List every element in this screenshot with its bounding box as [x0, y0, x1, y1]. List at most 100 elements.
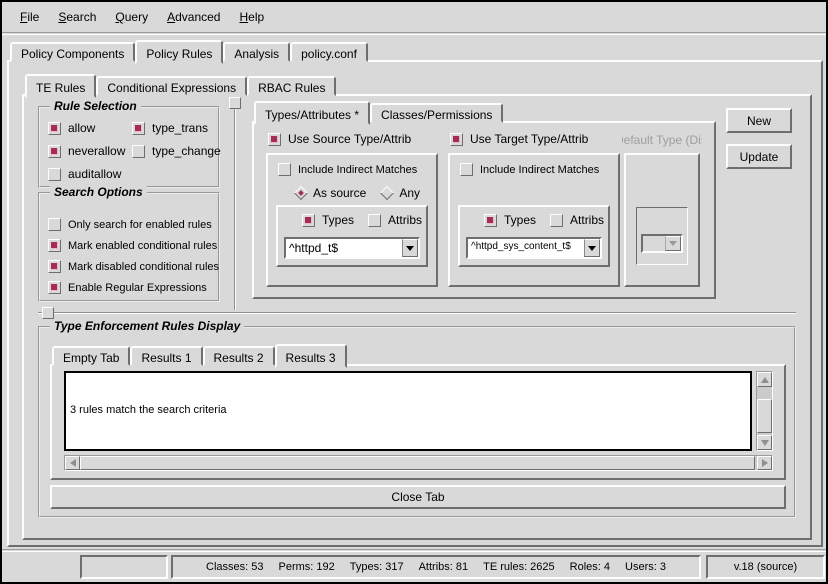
- menu-search[interactable]: Search: [52, 7, 102, 27]
- enabled-rules-checkbox[interactable]: [48, 218, 61, 231]
- results-tabrow: Empty Tab Results 1 Results 2 Results 3: [52, 342, 347, 366]
- target-indirect-checkbox[interactable]: [460, 163, 473, 176]
- type-trans-checkbox[interactable]: [132, 122, 145, 135]
- target-attribs-checkbox[interactable]: [550, 214, 563, 227]
- scroll-down-button[interactable]: [757, 435, 772, 450]
- regex-checkbox-row[interactable]: Enable Regular Expressions: [48, 281, 219, 294]
- vertical-sash[interactable]: [234, 102, 236, 310]
- mark-enabled-checkbox[interactable]: [48, 239, 61, 252]
- horizontal-scroll-thumb[interactable]: [80, 456, 755, 470]
- as-source-label: As source: [313, 186, 366, 200]
- target-attribs-row[interactable]: Attribs: [550, 213, 604, 227]
- allow-checkbox[interactable]: [48, 122, 61, 135]
- mark-disabled-label: Mark disabled conditional rules: [68, 261, 219, 273]
- horizontal-sash[interactable]: [38, 312, 796, 314]
- menu-file[interactable]: File: [14, 7, 45, 27]
- vertical-scroll-trough[interactable]: [757, 387, 772, 435]
- type-trans-checkbox-row[interactable]: type_trans: [132, 121, 221, 135]
- vertical-scroll-thumb[interactable]: [757, 399, 772, 433]
- source-type-value[interactable]: ^httpd_t$: [286, 239, 402, 257]
- default-type-label: Default Type (Disabled): [622, 133, 702, 147]
- menu-query[interactable]: Query: [109, 7, 154, 27]
- any-radio-row[interactable]: Any: [382, 186, 420, 200]
- main-tabrow: Policy Components Policy Rules Analysis …: [10, 38, 368, 62]
- mark-enabled-checkbox-row[interactable]: Mark enabled conditional rules: [48, 239, 219, 252]
- update-button[interactable]: Update: [726, 144, 792, 169]
- results-summary: 3 rules match the search criteria: [70, 403, 746, 417]
- use-target-checkbox[interactable]: [450, 133, 463, 146]
- neverallow-checkbox[interactable]: [48, 145, 61, 158]
- stat-users: Users: 3: [625, 561, 666, 573]
- as-source-radio[interactable]: [294, 186, 308, 200]
- new-button[interactable]: New: [726, 108, 792, 133]
- scroll-right-button[interactable]: [757, 456, 772, 470]
- tab-analysis[interactable]: Analysis: [223, 42, 290, 62]
- horizontal-sash-handle[interactable]: [42, 307, 54, 319]
- tab-rbac-rules[interactable]: RBAC Rules: [247, 76, 336, 96]
- scroll-up-button[interactable]: [757, 372, 772, 387]
- source-indirect-checkbox[interactable]: [278, 163, 291, 176]
- source-type-dropdown-button[interactable]: [402, 239, 418, 257]
- any-radio[interactable]: [380, 186, 394, 200]
- source-types-row[interactable]: Types: [302, 213, 354, 227]
- horizontal-scroll-trough[interactable]: [80, 456, 757, 470]
- source-type-combobox[interactable]: ^httpd_t$: [284, 237, 420, 259]
- target-types-checkbox[interactable]: [484, 214, 497, 227]
- source-attribs-row[interactable]: Attribs: [368, 213, 422, 227]
- target-types-row[interactable]: Types: [484, 213, 536, 227]
- target-type-value[interactable]: ^httpd_sys_content_t$: [468, 239, 584, 257]
- mark-enabled-label: Mark enabled conditional rules: [68, 240, 217, 252]
- allow-checkbox-row[interactable]: allow: [48, 121, 132, 135]
- vertical-sash-handle[interactable]: [229, 97, 241, 109]
- scroll-left-button[interactable]: [65, 456, 80, 470]
- tab-results-2[interactable]: Results 2: [203, 346, 275, 366]
- tab-empty-tab[interactable]: Empty Tab: [52, 346, 130, 366]
- tab-te-rules[interactable]: TE Rules: [25, 74, 96, 98]
- type-change-checkbox-row[interactable]: type_change: [132, 144, 221, 158]
- dropdown-arrow-icon: [588, 246, 596, 251]
- source-types-checkbox[interactable]: [302, 214, 315, 227]
- regex-checkbox[interactable]: [48, 281, 61, 294]
- tab-results-1[interactable]: Results 1: [130, 346, 202, 366]
- use-source-checkbox[interactable]: [268, 133, 281, 146]
- type-change-checkbox[interactable]: [132, 145, 145, 158]
- stat-types: Types: 317: [350, 561, 404, 573]
- auditallow-label: auditallow: [68, 167, 121, 181]
- auditallow-checkbox[interactable]: [48, 168, 61, 181]
- use-target-row[interactable]: Use Target Type/Attrib: [450, 132, 588, 146]
- mark-disabled-checkbox-row[interactable]: Mark disabled conditional rules: [48, 260, 219, 273]
- tab-policy-conf[interactable]: policy.conf: [290, 42, 368, 62]
- source-indirect-row[interactable]: Include Indirect Matches: [278, 163, 417, 176]
- enabled-rules-checkbox-row[interactable]: Only search for enabled rules: [48, 218, 219, 231]
- menubar-separator: [2, 32, 826, 35]
- menu-advanced[interactable]: Advanced: [161, 7, 226, 27]
- menu-help[interactable]: Help: [233, 7, 270, 27]
- as-source-radio-row[interactable]: As source: [296, 186, 366, 200]
- tab-results-3[interactable]: Results 3: [275, 344, 347, 368]
- results-textarea[interactable]: 3 rules match the search criteria (5822)…: [64, 371, 752, 451]
- type-trans-label: type_trans: [152, 121, 208, 135]
- target-type-dropdown-button[interactable]: [584, 239, 600, 257]
- close-tab-button[interactable]: Close Tab: [50, 485, 786, 509]
- source-types-label: Types: [322, 213, 354, 227]
- source-attribs-checkbox[interactable]: [368, 214, 381, 227]
- target-indirect-row[interactable]: Include Indirect Matches: [460, 163, 599, 176]
- scroll-left-icon: [70, 459, 76, 467]
- target-indirect-label: Include Indirect Matches: [480, 164, 599, 176]
- types-attributes-page: Use Source Type/Attrib Use Target Type/A…: [252, 121, 716, 299]
- stat-perms: Perms: 192: [279, 561, 335, 573]
- tab-policy-components[interactable]: Policy Components: [10, 42, 135, 62]
- results-vertical-scrollbar[interactable]: [756, 371, 773, 451]
- tab-policy-rules[interactable]: Policy Rules: [135, 40, 223, 64]
- search-options-group: Search Options Only search for enabled r…: [38, 192, 220, 302]
- use-source-label: Use Source Type/Attrib: [288, 132, 411, 146]
- tab-types-attributes[interactable]: Types/Attributes *: [254, 101, 370, 125]
- neverallow-checkbox-row[interactable]: neverallow: [48, 144, 132, 158]
- mark-disabled-checkbox[interactable]: [48, 260, 61, 273]
- tab-conditional-expressions[interactable]: Conditional Expressions: [96, 76, 247, 96]
- target-type-combobox[interactable]: ^httpd_sys_content_t$: [466, 237, 602, 259]
- results-horizontal-scrollbar[interactable]: [64, 455, 773, 471]
- use-source-row[interactable]: Use Source Type/Attrib: [268, 132, 411, 146]
- auditallow-checkbox-row[interactable]: auditallow: [48, 167, 132, 181]
- tab-classes-permissions[interactable]: Classes/Permissions: [370, 103, 503, 123]
